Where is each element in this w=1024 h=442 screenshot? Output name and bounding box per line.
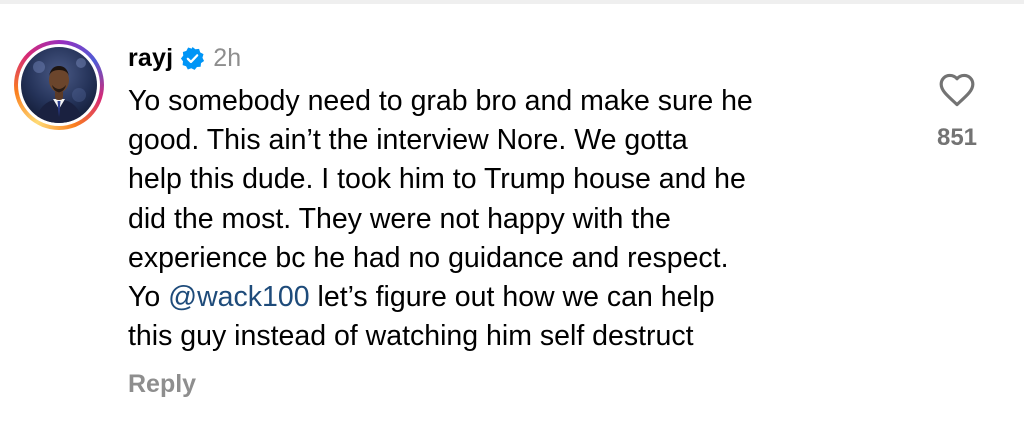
comment-text: Yo somebody need to grab bro and make su… <box>128 82 928 356</box>
comment-line: did the most. They were not happy with t… <box>128 202 671 235</box>
heart-outline-icon[interactable] <box>938 72 976 108</box>
comment-line: good. This ain’t the interview Nore. We … <box>128 124 688 157</box>
comment-header: rayj 2h <box>128 40 241 76</box>
like-count: 851 <box>936 124 978 151</box>
comment-timestamp: 2h <box>213 43 242 72</box>
reply-button[interactable]: Reply <box>128 370 196 399</box>
comment-line: help this dude. I took him to Trump hous… <box>128 163 746 196</box>
comment-line: Yo somebody need to grab bro and make su… <box>128 85 753 117</box>
username[interactable]: rayj <box>128 44 173 73</box>
comment: rayj 2h Yo somebody need to grab bro and… <box>0 0 1024 442</box>
like-area: 851 <box>925 72 989 152</box>
comment-line: this guy instead of watching him self de… <box>128 320 694 353</box>
avatar-ring-gap <box>18 44 100 126</box>
verified-badge-icon <box>181 46 205 70</box>
mention-link-wack100[interactable]: @wack100 <box>168 281 309 313</box>
avatar <box>21 47 97 123</box>
avatar-story-ring[interactable] <box>14 40 104 130</box>
comment-line: experience bc he had no guidance and res… <box>128 241 729 274</box>
comment-line: Yo @wack100 let’s figure out how we can … <box>128 281 715 314</box>
